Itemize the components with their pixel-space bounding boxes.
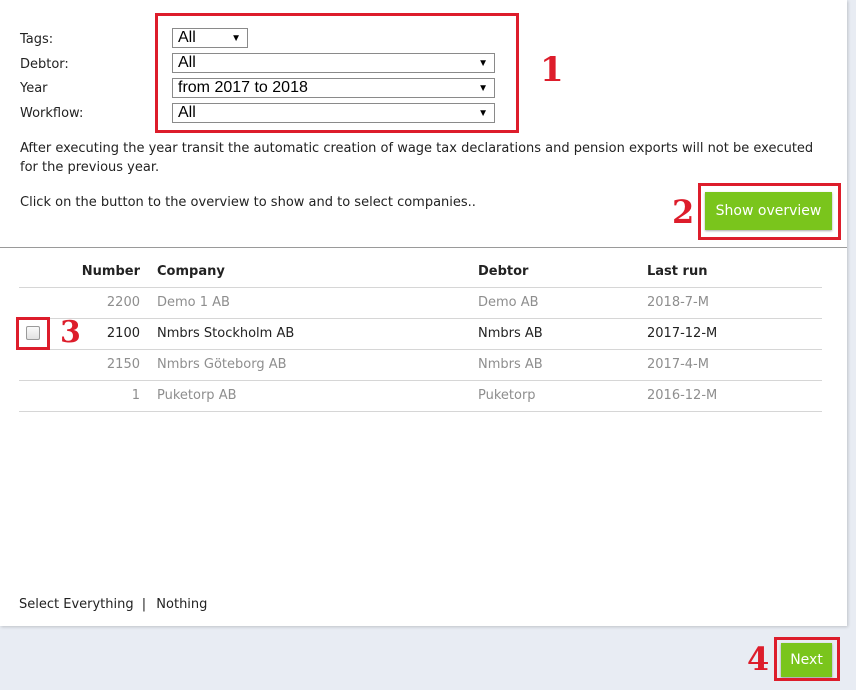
main-panel: Tags: Debtor: Year Workflow: All ▼ All ▼… — [0, 0, 847, 626]
row-company: Demo 1 AB — [157, 295, 230, 310]
column-header-debtor: Debtor — [478, 264, 529, 279]
row-debtor: Demo AB — [478, 295, 539, 310]
section-divider — [0, 247, 847, 248]
column-header-company: Company — [157, 264, 225, 279]
row-company: Puketorp AB — [157, 388, 237, 403]
instruction-text: Click on the button to the overview to s… — [20, 195, 476, 210]
row-divider — [19, 411, 822, 412]
tags-label: Tags: — [20, 32, 54, 47]
row-divider — [19, 380, 822, 381]
annotation-number-2: 2 — [672, 193, 695, 231]
annotation-box-next — [774, 637, 840, 681]
row-divider — [19, 318, 822, 319]
row-last-run: 2017-4-M — [647, 357, 709, 372]
annotation-number-1: 1 — [540, 50, 564, 90]
year-label: Year — [20, 81, 48, 96]
row-debtor: Puketorp — [478, 388, 536, 403]
annotation-number-3: 3 — [60, 315, 81, 350]
link-separator: | — [141, 597, 147, 612]
select-everything-link[interactable]: Select Everything — [19, 597, 134, 612]
annotation-number-4: 4 — [747, 640, 770, 678]
row-number: 1 — [131, 388, 140, 403]
column-header-number: Number — [81, 264, 140, 279]
row-company: Nmbrs Stockholm AB — [157, 326, 295, 341]
row-number: 2200 — [106, 295, 140, 310]
row-divider — [19, 349, 822, 350]
row-last-run: 2018-7-M — [647, 295, 709, 310]
workflow-label: Workflow: — [20, 106, 84, 121]
annotation-box-show-overview — [698, 183, 841, 240]
annotation-box-checkbox — [16, 317, 50, 350]
row-debtor: Nmbrs AB — [478, 357, 543, 372]
annotation-box-filters — [155, 13, 519, 133]
row-debtor: Nmbrs AB — [478, 326, 543, 341]
debtor-label: Debtor: — [20, 57, 69, 72]
column-header-last-run: Last run — [647, 264, 708, 279]
row-company: Nmbrs Göteborg AB — [157, 357, 287, 372]
info-text: After executing the year transit the aut… — [20, 141, 814, 175]
row-divider — [19, 287, 822, 288]
row-number: 2150 — [106, 357, 140, 372]
row-last-run: 2017-12-M — [647, 326, 718, 341]
select-nothing-link[interactable]: Nothing — [156, 597, 207, 612]
selection-links: Select Everything | Nothing — [19, 597, 207, 612]
row-last-run: 2016-12-M — [647, 388, 718, 403]
